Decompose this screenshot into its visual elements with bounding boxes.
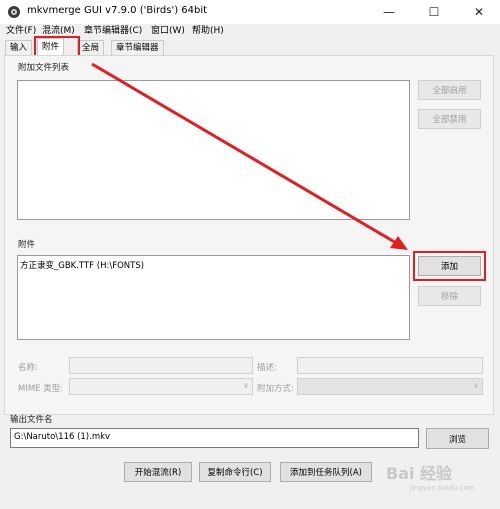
baidu-watermark: Bai 经验 [386, 464, 453, 483]
annotation-arrow [91, 62, 408, 250]
baidu-watermark-url: jingyan.baidu.com [410, 484, 475, 492]
